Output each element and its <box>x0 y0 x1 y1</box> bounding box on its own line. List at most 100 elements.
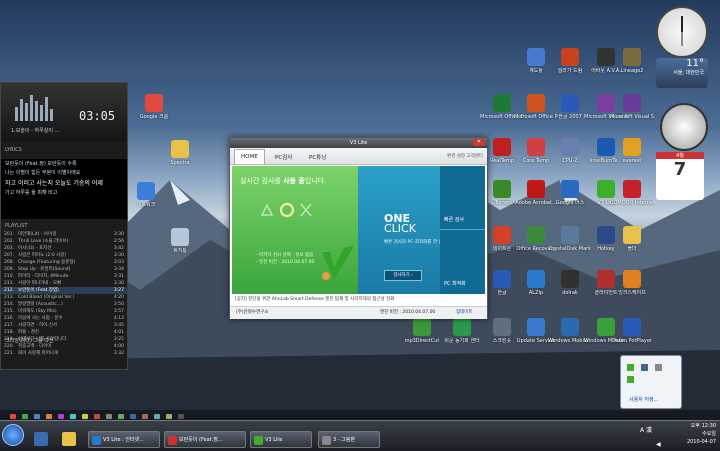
playlist-row[interactable]: 201. 미안해(Lit) - 브아걸 3:30 <box>1 231 127 238</box>
close-icon[interactable]: ✕ <box>473 139 485 146</box>
quicklaunch-icon[interactable] <box>94 414 100 419</box>
taskbar-button[interactable]: 3 - 그림판 <box>318 431 380 448</box>
weather-gadget[interactable]: 11° 서울, 대한민국 <box>656 58 708 88</box>
clock-gadget[interactable] <box>656 6 708 58</box>
update-button[interactable]: 업데이트 <box>456 307 473 319</box>
tray-time[interactable]: 오후 12:30 <box>691 422 716 429</box>
app-icon <box>623 48 641 66</box>
playlist-row[interactable]: 203. 아시나요 - 포지션 3:42 <box>1 245 127 252</box>
desktop-icon[interactable]: 폴더 <box>610 226 654 252</box>
weather-city: 서울, 대한민국 <box>673 70 704 76</box>
tab-pc-tuning[interactable]: PC튜닝 <box>304 151 331 163</box>
desktop-icon[interactable]: Spectra <box>158 140 202 166</box>
app-icon <box>561 180 579 198</box>
desktop-icon[interactable]: 쉬운 동기화 센터 <box>440 318 484 344</box>
shape-icons <box>260 203 312 217</box>
flag-tray-icon[interactable] <box>655 364 662 371</box>
playlist-cell: 215. <box>4 309 15 314</box>
desktop-icon[interactable]: 잉크스케이프 <box>610 270 654 296</box>
playlist-row[interactable]: 207. 사랑은 피아노 (2:0 사랑) 3:30 <box>1 252 127 259</box>
network-tray-icon[interactable] <box>641 364 648 371</box>
app-icon <box>561 226 579 244</box>
app-icon <box>322 436 331 445</box>
tab-home[interactable]: HOME <box>234 149 265 164</box>
quicklaunch-icon[interactable] <box>106 414 112 419</box>
playlist-row[interactable]: 215. 미워해도 (Sky Mix) 3:57 <box>1 308 127 315</box>
pc-optimize-button[interactable]: PC 최적화 <box>440 230 485 293</box>
playlist-cell: 아시나요 - 포지션 <box>18 246 52 251</box>
taskbar-button[interactable]: 보란듯이 (Feat.정... <box>164 431 246 448</box>
status-headline: 실시간 검사를 사용 중입니다. <box>240 177 327 185</box>
quick-scan-button[interactable]: 빠른 검사 <box>440 166 485 230</box>
player-status: 크라잉넛(다) 그를 다신 <box>5 338 54 344</box>
lyrics-header: LYRICS <box>5 147 22 153</box>
start-button[interactable] <box>2 424 24 446</box>
quicklaunch-icon[interactable] <box>46 414 52 419</box>
taskbar-button[interactable]: V3 Lite <box>250 431 312 448</box>
playlist-row[interactable]: 216. 마음에 사는 사람 - 문수 4:12 <box>1 315 127 322</box>
playlist-cell: 216. <box>4 316 15 321</box>
media-player-window[interactable]: 03:05 1.보슬이 - 하루살이 ... LYRICS 보란듯이 (Feat… <box>0 82 128 370</box>
customize-link[interactable]: 사용자 지정... <box>629 396 658 403</box>
quicklaunch-icon[interactable] <box>118 414 124 419</box>
desktop-icon[interactable]: everest <box>610 138 654 164</box>
playlist-row[interactable]: 209. Step Up - 쥬얼리(Sound) 3:34 <box>1 266 127 273</box>
quicklaunch-icon[interactable] <box>22 414 28 419</box>
status-panel: 실시간 검사를 사용 중입니다. - 마지막 검사 날짜 : 정보 없음 - 엔… <box>232 166 358 294</box>
quicklaunch-icon[interactable] <box>10 414 16 419</box>
desktop-icon[interactable]: 휴지통 <box>158 228 202 254</box>
tab-pc-scan[interactable]: PC검사 <box>270 151 297 163</box>
window-titlebar[interactable]: V3 Lite ✕ <box>230 138 487 148</box>
playlist-row[interactable]: 210. 파이터 - 다비치, 4Minute 3:31 <box>1 273 127 280</box>
desktop-icon[interactable]: Lineage2 <box>610 48 654 74</box>
playlist-cell: 217. <box>4 323 15 328</box>
quicklaunch-icon[interactable] <box>34 414 40 419</box>
app-icon <box>623 318 641 336</box>
v3-update-tray-icon[interactable] <box>627 376 634 383</box>
v3-lite-window[interactable]: V3 Lite ✕ HOME PC검사 PC튜닝 환경 설정 고객센터 실시간 … <box>229 137 488 319</box>
tab-bar: HOME PC검사 PC튜닝 환경 설정 고객센터 <box>230 148 487 165</box>
playlist-row[interactable]: 217. 사랑하면 - 하이 신서 3:45 <box>1 322 127 329</box>
v3-tray-icon[interactable] <box>627 364 634 371</box>
notice-link[interactable]: [공지] 진단을 위한 AhnLab Smart Defense 엔진 탑재 및… <box>232 295 491 303</box>
quicklaunch-icon[interactable] <box>130 414 136 419</box>
tray-overflow-popup[interactable]: 사용자 지정... <box>620 355 682 409</box>
playlist-row[interactable]: 221. 화이 사랑해 피어나게 3:32 <box>1 350 127 357</box>
ime-icon[interactable]: A 漢 <box>640 425 652 434</box>
volume-icon[interactable]: ◀ <box>656 441 661 448</box>
playlist-row[interactable]: 214. 말랑말랑 (Acoustic...) 3:50 <box>1 301 127 308</box>
app-icon <box>561 48 579 66</box>
desktop-icon[interactable]: 네트워크 <box>124 182 168 208</box>
pinned-taskbar-icon[interactable] <box>62 432 76 446</box>
now-playing-title: 1.보슬이 - 하루살이 ... <box>11 128 60 134</box>
quicklaunch-icon[interactable] <box>58 414 64 419</box>
desktop-icon[interactable]: COMODO Internet... <box>610 180 654 206</box>
quicklaunch-icon[interactable] <box>178 414 184 419</box>
desktop-icon[interactable]: Google 크롬 <box>132 94 176 120</box>
quicklaunch-icon[interactable] <box>166 414 172 419</box>
quicklaunch-icon[interactable] <box>70 414 76 419</box>
playlist-cell: 3:27 <box>113 288 124 293</box>
quicklaunch-icon[interactable] <box>154 414 160 419</box>
playlist-cell: 214. <box>4 302 15 307</box>
taskbar-button[interactable]: V3 Lite : 인터넷... <box>88 431 160 448</box>
cpu-meter-gadget[interactable] <box>660 103 708 151</box>
quicklaunch-icon[interactable] <box>142 414 148 419</box>
calendar-gadget[interactable]: 4월 7 <box>656 152 704 200</box>
pinned-taskbar-icon[interactable] <box>34 432 48 446</box>
desktop-icon[interactable]: mp3DirectCut <box>400 318 444 344</box>
header-links[interactable]: 환경 설정 고객센터 <box>447 153 483 159</box>
scan-button[interactable]: 검사하기 › <box>384 270 422 281</box>
playlist-cell: 말랑말랑 (Acoustic...) <box>18 302 63 307</box>
playlist-row[interactable]: 213. Cold Blood (Original Ver.) 4:20 <box>1 294 127 301</box>
playlist-row[interactable]: 212. 보란듯이 (Feat.정엽) 3:27 <box>1 287 127 294</box>
quicklaunch-icon[interactable] <box>82 414 88 419</box>
app-icon <box>527 94 545 112</box>
playback-time: 03:05 <box>79 109 116 123</box>
desktop-icon[interactable]: Daum PotPlayer <box>610 318 654 344</box>
playlist-row[interactable]: 202. Thrill Love (소울 라이브) 2:56 <box>1 238 127 245</box>
playlist-row[interactable]: 208. Change (Featuring 용준형) 3:03 <box>1 259 127 266</box>
playlist-row[interactable]: 211. 사랑이 떠나가네 - 오빠 3:30 <box>1 280 127 287</box>
engine-version: 엔진 버전 : 2010.04.07.00 <box>380 310 436 315</box>
desktop-icon[interactable]: Microsoft Visual Stud... <box>610 94 654 120</box>
